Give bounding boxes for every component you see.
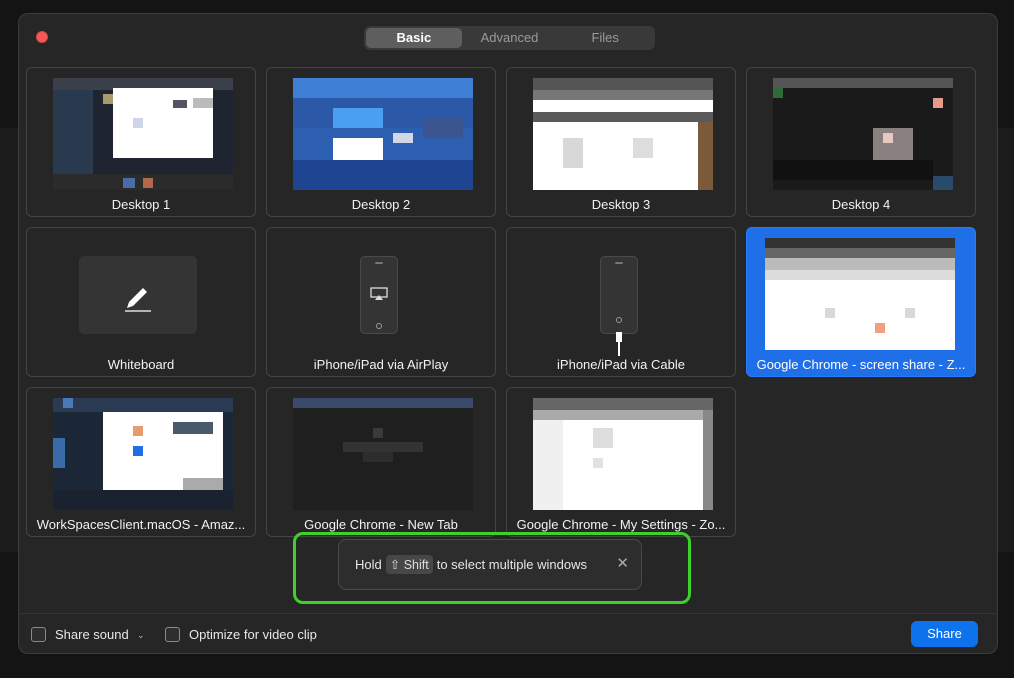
- share-tile-chrome-new-tab[interactable]: Google Chrome - New Tab: [266, 387, 496, 537]
- share-tile-desktop-2[interactable]: Desktop 2: [266, 67, 496, 217]
- tab-files[interactable]: Files: [557, 28, 653, 48]
- tile-label: WorkSpacesClient.macOS - Amaz...: [36, 517, 246, 532]
- multi-select-hint-toast: Hold ⇧ Shift to select multiple windows …: [338, 539, 642, 590]
- chrome-my-settings-thumbnail: [533, 398, 713, 510]
- cable-icon: [616, 332, 622, 356]
- airplay-icon: [370, 287, 388, 300]
- desktop-3-thumbnail: [533, 78, 713, 190]
- optimize-video-label: Optimize for video clip: [189, 627, 317, 642]
- share-button[interactable]: Share: [911, 621, 978, 647]
- phone-preview: [360, 256, 398, 334]
- desktop-4-thumbnail: [773, 78, 953, 190]
- share-tile-airplay[interactable]: iPhone/iPad via AirPlay: [266, 227, 496, 377]
- share-sound-checkbox[interactable]: [31, 627, 46, 642]
- tab-segmented-control: Basic Advanced Files: [364, 26, 655, 50]
- share-tile-workspaces[interactable]: WorkSpacesClient.macOS - Amaz...: [26, 387, 256, 537]
- tile-label: iPhone/iPad via Cable: [557, 357, 685, 372]
- chevron-down-icon[interactable]: ⌄: [137, 630, 145, 641]
- optimize-video-checkbox[interactable]: [165, 627, 180, 642]
- tab-basic[interactable]: Basic: [366, 28, 462, 48]
- chrome-new-tab-thumbnail: [293, 398, 473, 510]
- share-tile-desktop-4[interactable]: Desktop 4: [746, 67, 976, 217]
- tile-label: Google Chrome - My Settings - Zo...: [516, 517, 726, 532]
- share-tile-desktop-3[interactable]: Desktop 3: [506, 67, 736, 217]
- chrome-screen-share-thumbnail: [765, 238, 955, 350]
- workspaces-thumbnail: [53, 398, 233, 510]
- hint-text-post: to select multiple windows: [436, 557, 588, 572]
- desktop-1-thumbnail: [53, 78, 233, 190]
- close-window-button[interactable]: [36, 31, 48, 43]
- share-tile-whiteboard[interactable]: Whiteboard: [26, 227, 256, 377]
- footer-divider: [19, 613, 997, 614]
- tile-label: Whiteboard: [107, 357, 175, 372]
- tile-label: Desktop 1: [111, 197, 171, 212]
- phone-preview: [600, 256, 638, 334]
- share-tile-cable[interactable]: iPhone/iPad via Cable: [506, 227, 736, 377]
- tile-label: Desktop 2: [351, 197, 411, 212]
- shift-key-badge: ⇧ Shift: [385, 555, 433, 574]
- tile-label: Desktop 4: [831, 197, 891, 212]
- tile-label: iPhone/iPad via AirPlay: [313, 357, 449, 372]
- tile-label: Google Chrome - New Tab: [304, 517, 458, 532]
- share-tile-chrome-screen-share[interactable]: Google Chrome - screen share - Z...: [746, 227, 976, 377]
- share-tile-chrome-my-settings[interactable]: Google Chrome - My Settings - Zo...: [506, 387, 736, 537]
- hint-text-pre: Hold: [355, 557, 382, 572]
- tile-label: Desktop 3: [591, 197, 651, 212]
- pencil-icon: [125, 288, 151, 312]
- close-icon[interactable]: ✕: [616, 554, 629, 572]
- share-tile-desktop-1[interactable]: Desktop 1: [26, 67, 256, 217]
- share-sound-label: Share sound: [55, 627, 129, 642]
- whiteboard-preview: [79, 256, 197, 334]
- tab-advanced[interactable]: Advanced: [462, 28, 558, 48]
- desktop-2-thumbnail: [293, 78, 473, 190]
- tile-label: Google Chrome - screen share - Z...: [756, 357, 966, 372]
